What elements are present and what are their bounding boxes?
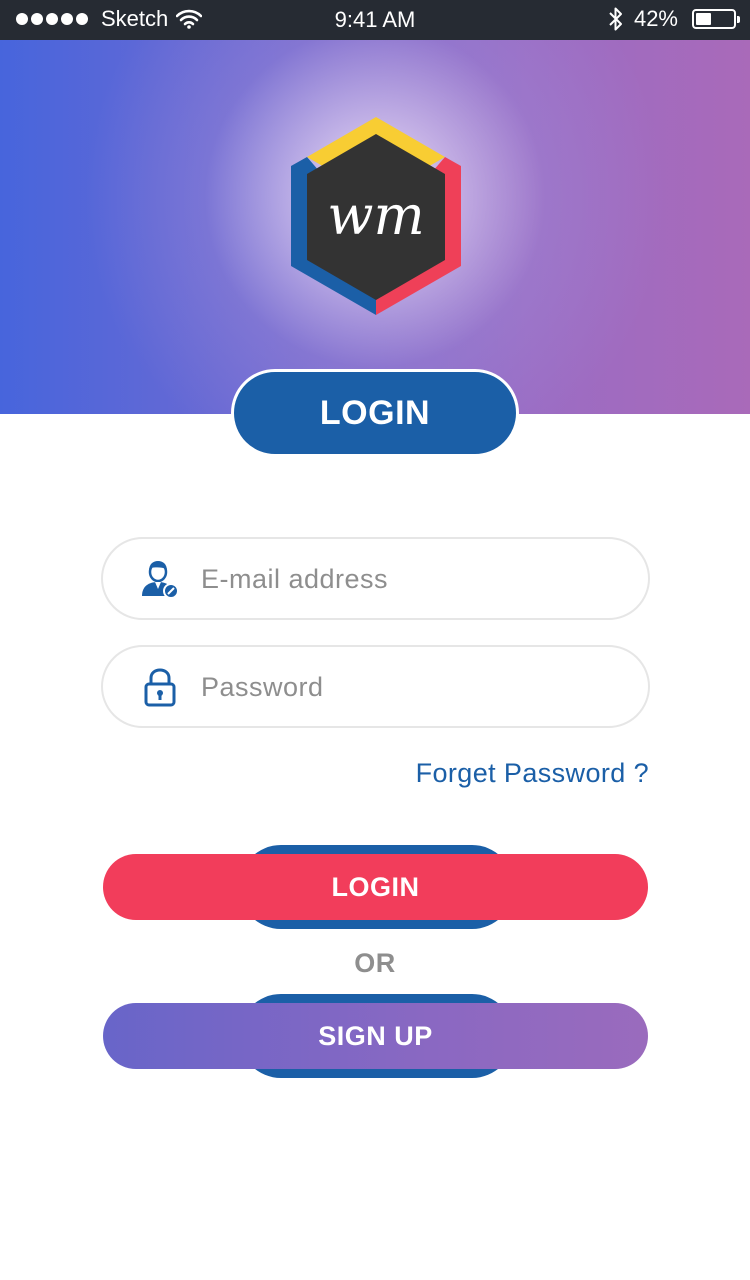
battery-icon: [692, 9, 740, 29]
email-field[interactable]: [101, 537, 650, 620]
login-button-group: LOGIN: [103, 845, 648, 929]
tab-login-label: LOGIN: [319, 393, 431, 432]
lock-icon: [144, 668, 176, 707]
password-input[interactable]: [201, 665, 621, 709]
logo-text: wm: [327, 184, 424, 247]
signup-button[interactable]: SIGN UP: [103, 1003, 648, 1069]
status-bar: Sketch 9:41 AM 42%: [0, 0, 750, 40]
forgot-password-link[interactable]: Forget Password ?: [416, 758, 649, 789]
battery-percent: 42%: [633, 6, 678, 31]
status-right: 42%: [608, 6, 740, 32]
user-icon: [142, 561, 179, 599]
bluetooth-icon: [609, 7, 622, 31]
or-divider: OR: [354, 948, 396, 978]
email-input[interactable]: [201, 557, 621, 601]
battery-level-fill: [696, 13, 711, 25]
header-banner: wm: [0, 40, 750, 414]
app-logo: wm: [291, 117, 461, 315]
tab-login[interactable]: LOGIN: [231, 369, 519, 457]
signup-button-group: SIGN UP: [103, 994, 648, 1078]
password-field[interactable]: [101, 645, 650, 728]
login-button[interactable]: LOGIN: [103, 854, 648, 920]
